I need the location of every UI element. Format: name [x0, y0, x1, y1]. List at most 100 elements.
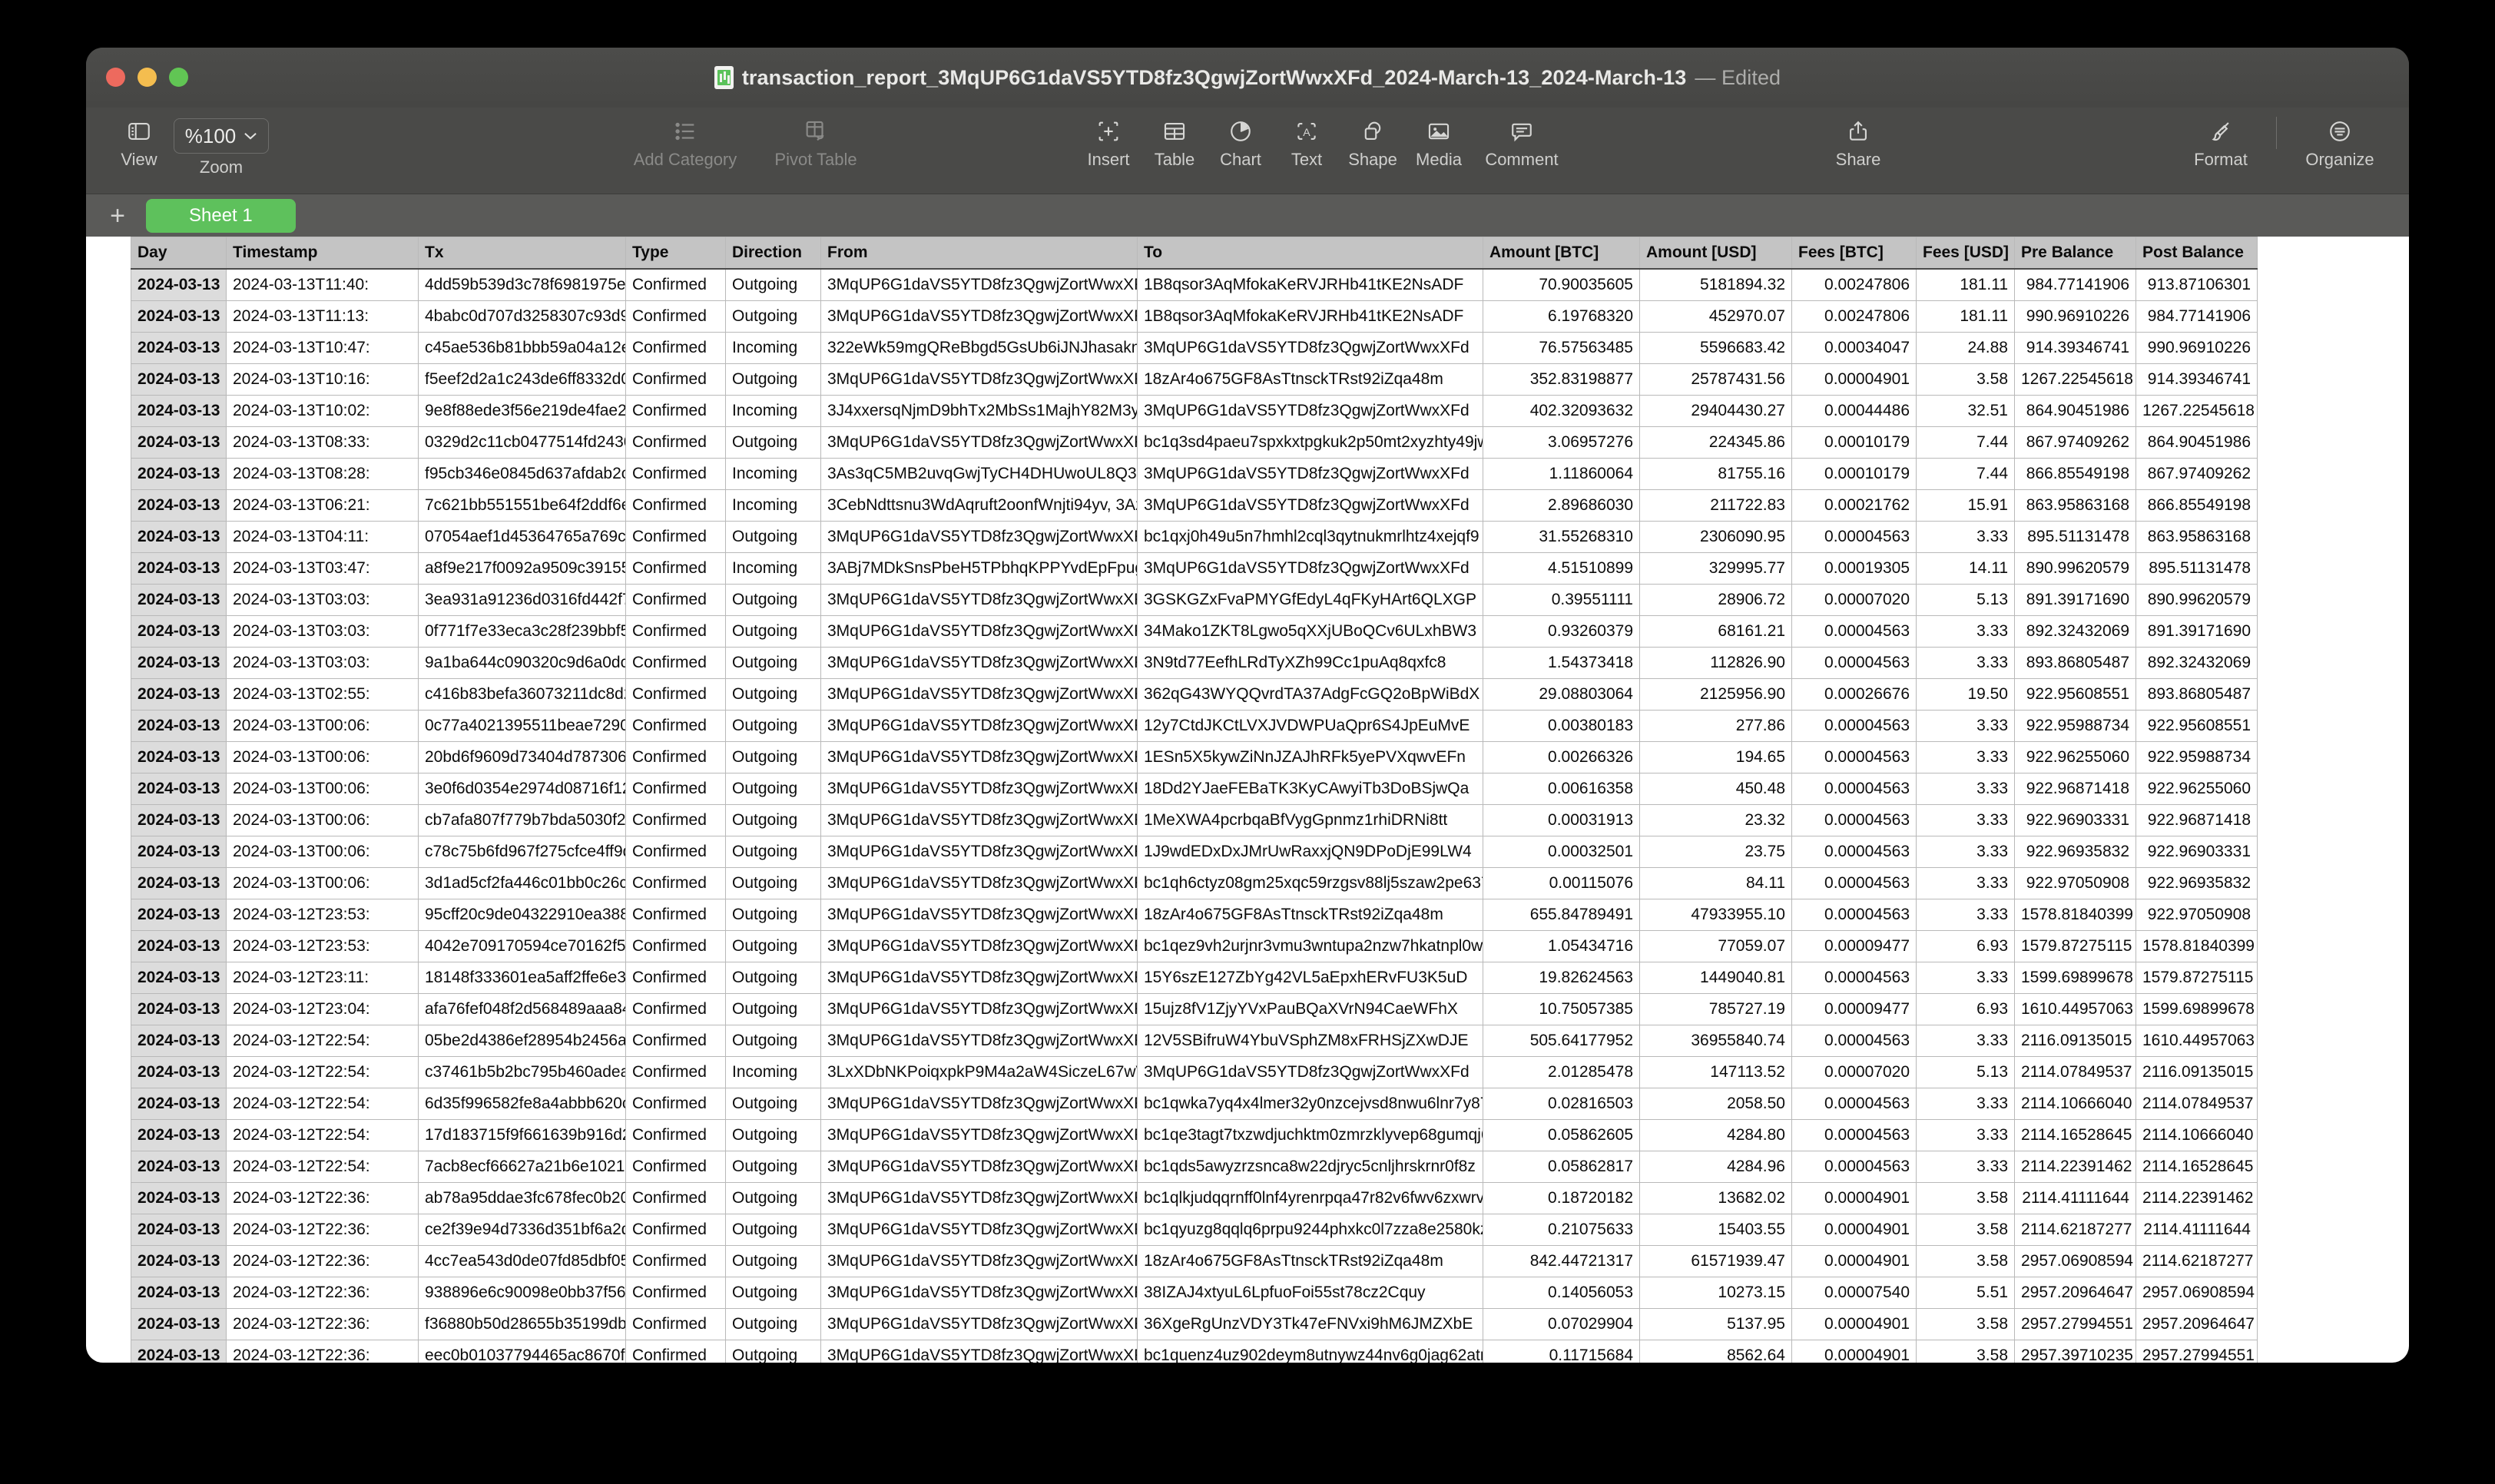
cell-fees-btc[interactable]: 0.00004563 — [1791, 1151, 1917, 1183]
cell-direction[interactable]: Outgoing — [725, 678, 821, 711]
cell-amount-usd[interactable]: 2125956.90 — [1639, 678, 1792, 711]
cell-direction[interactable]: Outgoing — [725, 584, 821, 616]
cell-amount-usd[interactable]: 8562.64 — [1639, 1340, 1792, 1363]
cell-to[interactable]: 362qG43WYQQvrdTA37AdgFcGQ2oBpWiBdX — [1137, 678, 1483, 711]
cell-from[interactable]: 3MqUP6G1daVS5YTD8fz3QgwjZortWwxXFd — [820, 1277, 1138, 1309]
cell-to[interactable]: bc1qe3tagt7txzwdjuchktm0zmrzklyvep68gumq… — [1137, 1119, 1483, 1151]
cell-to[interactable]: 3MqUP6G1daVS5YTD8fz3QgwjZortWwxXFd — [1137, 552, 1483, 585]
cell-type[interactable]: Confirmed — [625, 1340, 726, 1363]
cell-pre-balance[interactable]: 864.90451986 — [2014, 395, 2136, 427]
cell-fees-btc[interactable]: 0.00004563 — [1791, 741, 1917, 773]
cell-fees-usd[interactable]: 14.11 — [1916, 552, 2015, 585]
cell-amount-btc[interactable]: 505.64177952 — [1483, 1025, 1640, 1057]
cell-post-balance[interactable]: 2114.16528645 — [2135, 1151, 2258, 1183]
cell-tx[interactable]: afa76fef048f2d568489aaa84a3 — [418, 993, 626, 1025]
cell-direction[interactable]: Incoming — [725, 332, 821, 364]
cell-timestamp[interactable]: 2024-03-12T22:36: — [226, 1214, 419, 1246]
cell-timestamp[interactable]: 2024-03-12T22:54: — [226, 1025, 419, 1057]
format-button[interactable]: Format — [2179, 108, 2262, 170]
zoom-dropdown[interactable]: %100 — [173, 118, 270, 154]
cell-timestamp[interactable]: 2024-03-12T22:54: — [226, 1151, 419, 1183]
cell-direction[interactable]: Outgoing — [725, 426, 821, 459]
cell-type[interactable]: Confirmed — [625, 1119, 726, 1151]
cell-post-balance[interactable]: 914.39346741 — [2135, 363, 2258, 396]
cell-to[interactable]: bc1qlkjudqqrnff0lnf4yrenrpqa47r82v6fwv6z… — [1137, 1182, 1483, 1214]
cell-from[interactable]: 322eWk59mgQReBbgd5GsUb6iJNJhasakn9, 3 — [820, 332, 1138, 364]
cell-direction[interactable]: Outgoing — [725, 268, 821, 301]
cell-tx[interactable]: eec0b01037794465ac8670f267 — [418, 1340, 626, 1363]
cell-timestamp[interactable]: 2024-03-13T02:55: — [226, 678, 419, 711]
cell-post-balance[interactable]: 863.95863168 — [2135, 521, 2258, 553]
cell-day[interactable]: 2024-03-13 — [131, 993, 227, 1025]
cell-amount-btc[interactable]: 70.90035605 — [1483, 268, 1640, 301]
cell-to[interactable]: 1B8qsor3AqMfokaKeRVJRHb41tKE2NsADF — [1137, 300, 1483, 333]
cell-tx[interactable]: f5eef2d2a1c243de6ff8332d0c7 — [418, 363, 626, 396]
cell-fees-btc[interactable]: 0.00034047 — [1791, 332, 1917, 364]
cell-post-balance[interactable]: 1578.81840399 — [2135, 930, 2258, 962]
cell-day[interactable]: 2024-03-13 — [131, 741, 227, 773]
cell-amount-usd[interactable]: 450.48 — [1639, 773, 1792, 805]
sheet-tab-sheet-1[interactable]: Sheet 1 — [146, 198, 296, 233]
cell-direction[interactable]: Outgoing — [725, 741, 821, 773]
cell-pre-balance[interactable]: 984.77141906 — [2014, 268, 2136, 301]
cell-type[interactable]: Confirmed — [625, 710, 726, 742]
cell-amount-btc[interactable]: 0.00031913 — [1483, 804, 1640, 836]
cell-from[interactable]: 3MqUP6G1daVS5YTD8fz3QgwjZortWwxXFd — [820, 678, 1138, 711]
minimize-window-button[interactable] — [138, 68, 157, 87]
cell-fees-usd[interactable]: 3.58 — [1916, 363, 2015, 396]
spreadsheet-canvas[interactable]: Day Timestamp Tx Type Direction From To Amount … — [86, 237, 2409, 1363]
cell-post-balance[interactable]: 2957.06908594 — [2135, 1277, 2258, 1309]
cell-tx[interactable]: 17d183715f9f661639b916d27 — [418, 1119, 626, 1151]
cell-timestamp[interactable]: 2024-03-13T00:06: — [226, 773, 419, 805]
cell-fees-usd[interactable]: 3.58 — [1916, 1308, 2015, 1340]
table-row[interactable]: 2024-03-13 2024-03-13T00:06: 3e0f6d0354e29… — [131, 773, 2258, 805]
table-row[interactable]: 2024-03-13 2024-03-13T11:13: 4babc0d707d32… — [131, 300, 2258, 333]
cell-direction[interactable]: Outgoing — [725, 1088, 821, 1120]
cell-timestamp[interactable]: 2024-03-13T00:06: — [226, 867, 419, 899]
cell-amount-usd[interactable]: 81755.16 — [1639, 458, 1792, 490]
cell-direction[interactable]: Outgoing — [725, 804, 821, 836]
cell-amount-btc[interactable]: 0.39551111 — [1483, 584, 1640, 616]
cell-amount-btc[interactable]: 655.84789491 — [1483, 899, 1640, 931]
cell-to[interactable]: 3MqUP6G1daVS5YTD8fz3QgwjZortWwxXFd — [1137, 395, 1483, 427]
cell-tx[interactable]: ce2f39e94d7336d351bf6a2d1f — [418, 1214, 626, 1246]
cell-fees-btc[interactable]: 0.00004901 — [1791, 363, 1917, 396]
cell-from[interactable]: 3MqUP6G1daVS5YTD8fz3QgwjZortWwxXFd — [820, 1182, 1138, 1214]
cell-amount-btc[interactable]: 0.00032501 — [1483, 836, 1640, 868]
cell-fees-usd[interactable]: 3.33 — [1916, 1119, 2015, 1151]
table-row[interactable]: 2024-03-13 2024-03-12T22:54: 05be2d4386ef2… — [131, 1025, 2258, 1057]
table-row[interactable]: 2024-03-13 2024-03-12T23:11: 18148f333601e… — [131, 962, 2258, 994]
cell-tx[interactable]: 6d35f996582fe8a4abbb620ccfe — [418, 1088, 626, 1120]
cell-to[interactable]: bc1quenz4uz902deym8utnywz44nv6g0jag62atm… — [1137, 1340, 1483, 1363]
cell-fees-btc[interactable]: 0.00009477 — [1791, 930, 1917, 962]
cell-timestamp[interactable]: 2024-03-12T22:36: — [226, 1277, 419, 1309]
cell-to[interactable]: 3N9td77EefhLRdTyXZh99Cc1puAq8qxfc8 — [1137, 647, 1483, 679]
cell-tx[interactable]: c416b83befa36073211dc8d2e — [418, 678, 626, 711]
cell-fees-btc[interactable]: 0.00007540 — [1791, 1277, 1917, 1309]
cell-pre-balance[interactable]: 922.96871418 — [2014, 773, 2136, 805]
cell-fees-btc[interactable]: 0.00004563 — [1791, 773, 1917, 805]
cell-amount-usd[interactable]: 23.75 — [1639, 836, 1792, 868]
cell-amount-usd[interactable]: 61571939.47 — [1639, 1245, 1792, 1277]
cell-to[interactable]: 18zAr4o675GF8AsTtnsckTRst92iZqa48m — [1137, 1245, 1483, 1277]
cell-fees-btc[interactable]: 0.00010179 — [1791, 458, 1917, 490]
cell-direction[interactable]: Outgoing — [725, 1245, 821, 1277]
cell-fees-btc[interactable]: 0.00010179 — [1791, 426, 1917, 459]
cell-pre-balance[interactable]: 867.97409262 — [2014, 426, 2136, 459]
cell-from[interactable]: 3MqUP6G1daVS5YTD8fz3QgwjZortWwxXFd — [820, 1308, 1138, 1340]
cell-type[interactable]: Confirmed — [625, 836, 726, 868]
cell-type[interactable]: Confirmed — [625, 1088, 726, 1120]
cell-direction[interactable]: Incoming — [725, 395, 821, 427]
cell-pre-balance[interactable]: 922.95608551 — [2014, 678, 2136, 711]
cell-pre-balance[interactable]: 891.39171690 — [2014, 584, 2136, 616]
cell-post-balance[interactable]: 890.99620579 — [2135, 584, 2258, 616]
column-header-fees-usd[interactable]: Fees [USD] — [1916, 237, 2015, 270]
cell-amount-btc[interactable]: 31.55268310 — [1483, 521, 1640, 553]
cell-direction[interactable]: Outgoing — [725, 836, 821, 868]
cell-day[interactable]: 2024-03-13 — [131, 867, 227, 899]
cell-amount-btc[interactable]: 0.00616358 — [1483, 773, 1640, 805]
cell-from[interactable]: 3CebNdttsnu3WdAqruft2oonfWnjti94yv, 3Azz… — [820, 489, 1138, 522]
cell-tx[interactable]: c37461b5b2bc795b460adea8f — [418, 1056, 626, 1088]
table-row[interactable]: 2024-03-13 2024-03-13T08:33: 0329d2c11cb04… — [131, 426, 2258, 459]
cell-post-balance[interactable]: 895.51131478 — [2135, 552, 2258, 585]
